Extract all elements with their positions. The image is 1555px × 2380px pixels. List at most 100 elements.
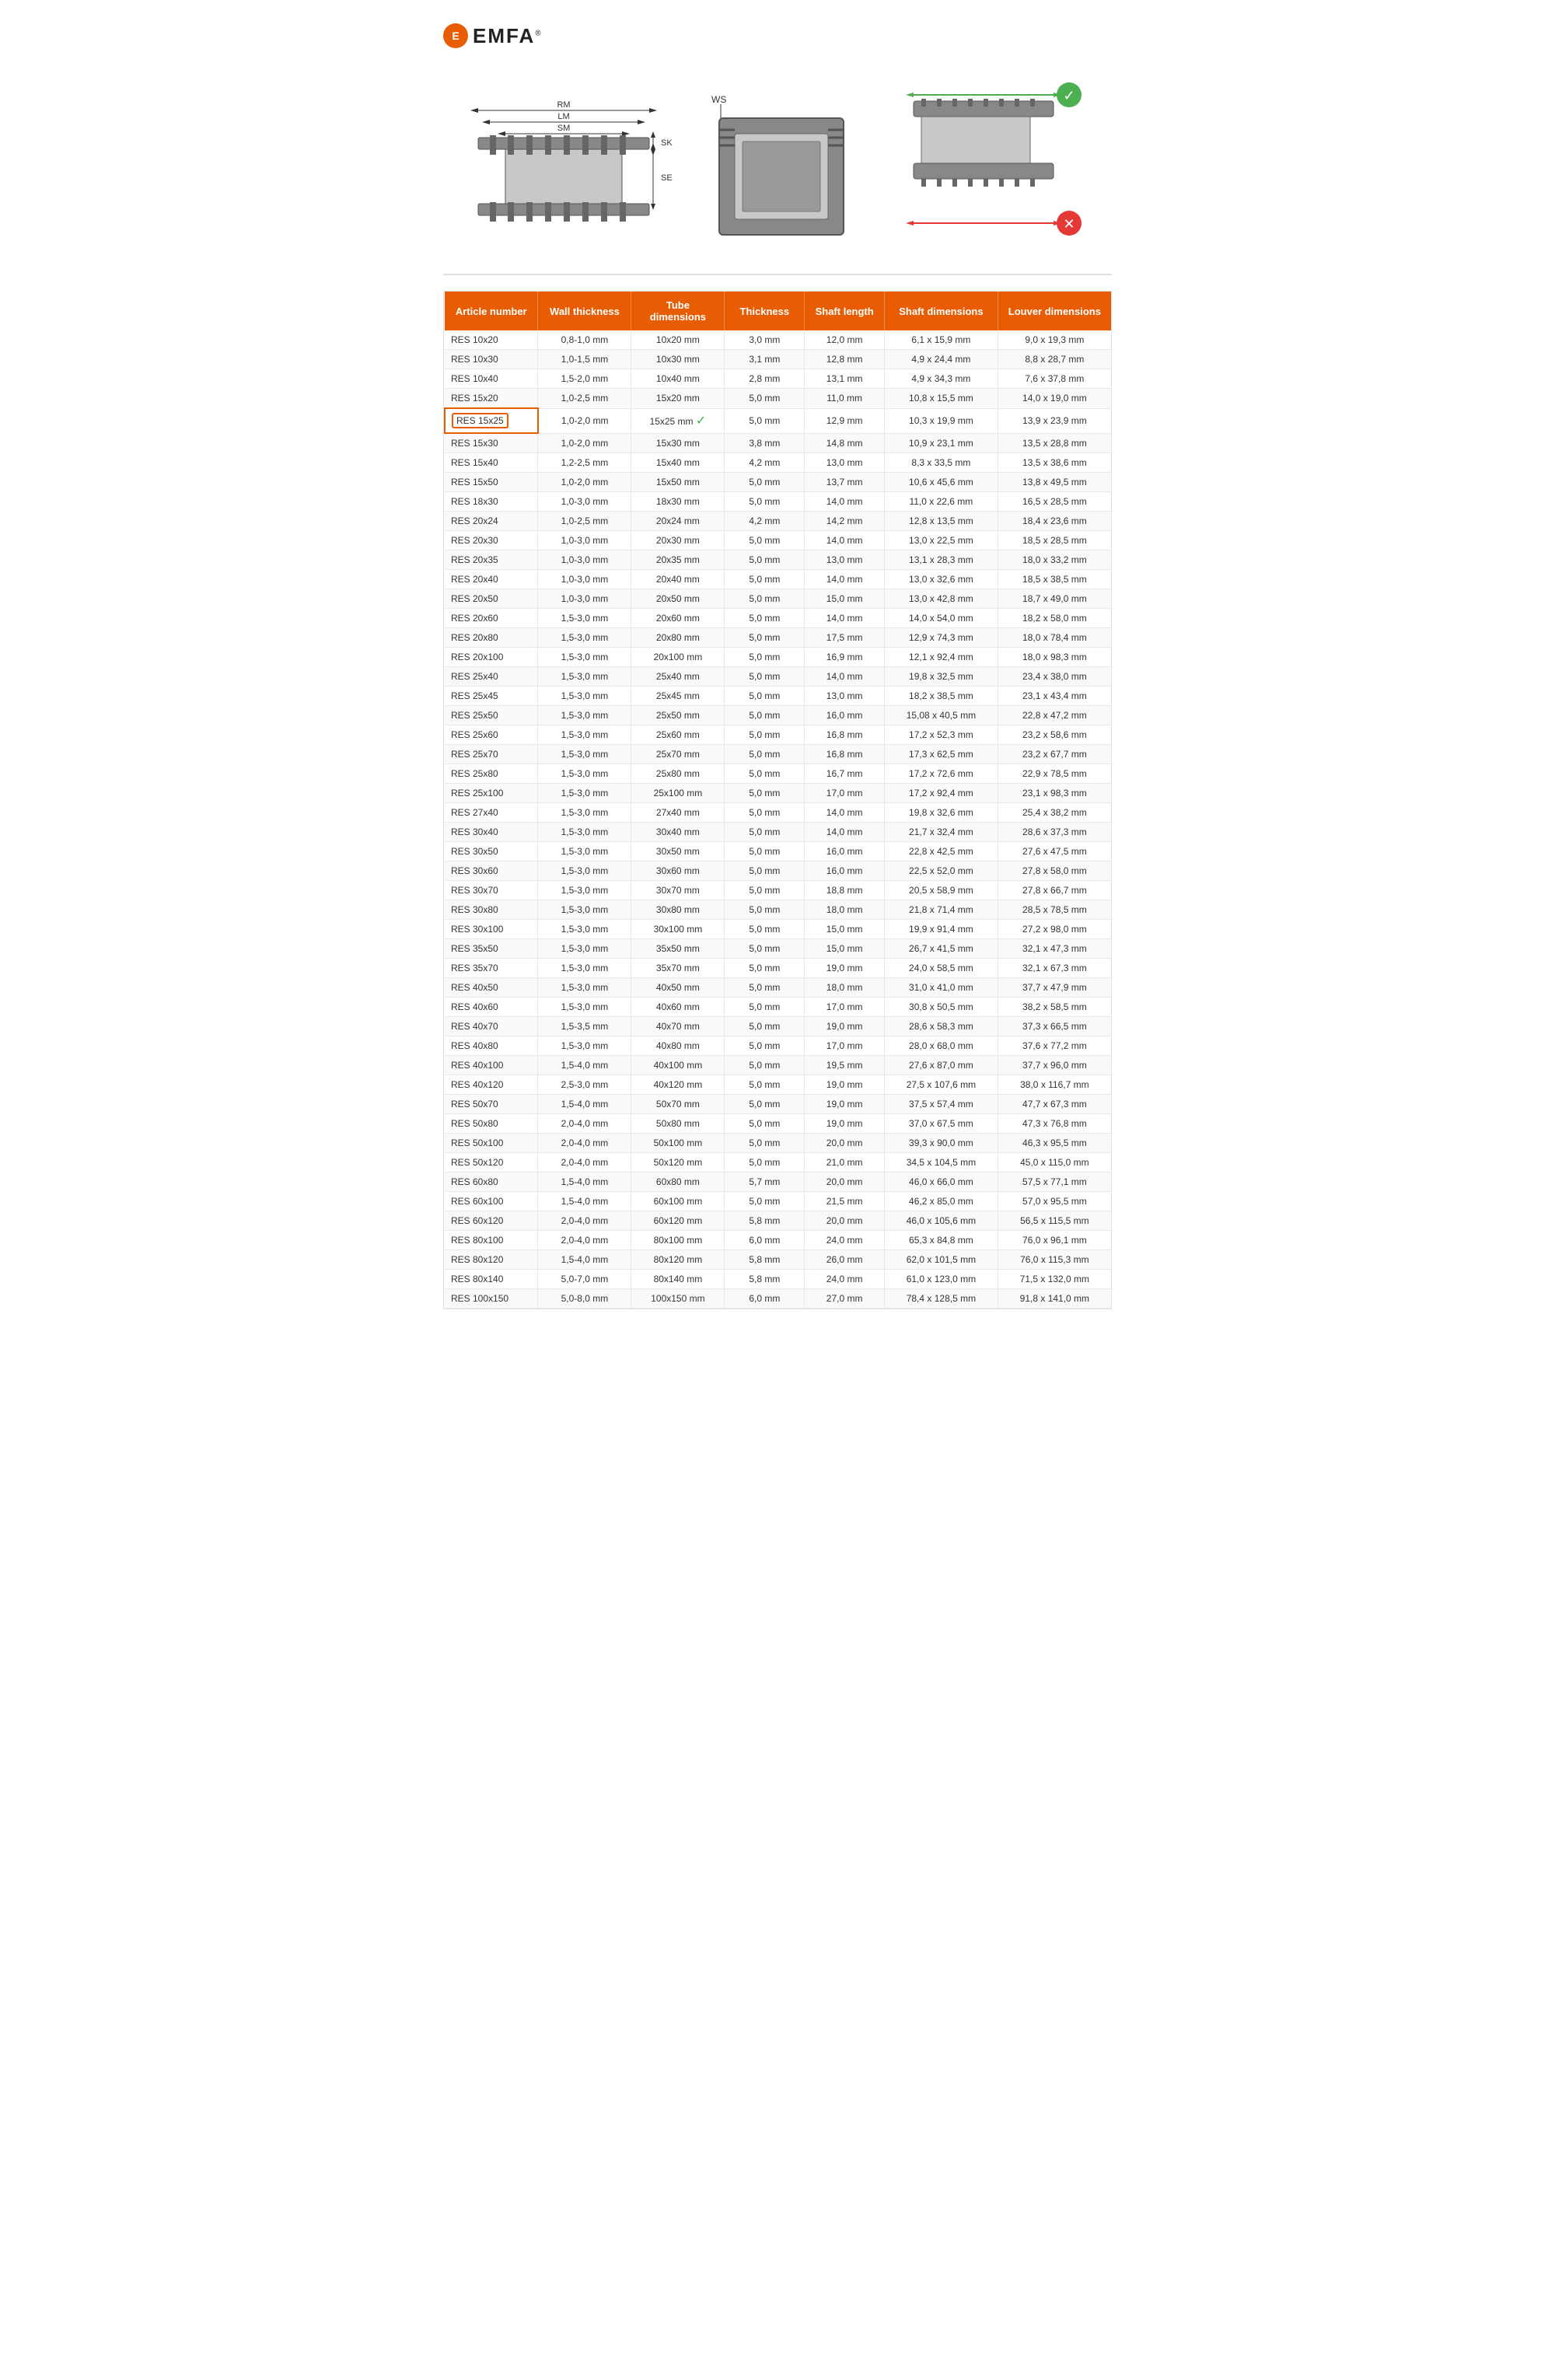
cell-thickness: 5,0 mm <box>725 1056 805 1075</box>
cell-tube-dimensions: 25x80 mm <box>631 764 725 784</box>
cell-wall-thickness: 1,5-3,0 mm <box>538 687 631 706</box>
cell-louver-dimensions: 57,5 x 77,1 mm <box>998 1173 1111 1192</box>
cell-shaft-length: 20,0 mm <box>805 1134 885 1153</box>
table-row: RES 80x1002,0-4,0 mm80x100 mm6,0 mm24,0 … <box>445 1231 1111 1250</box>
header-louver-dimensions: Louver dimensions <box>998 292 1111 330</box>
svg-text:SK: SK <box>661 138 673 148</box>
cell-shaft-length: 14,2 mm <box>805 512 885 531</box>
cell-shaft-dimensions: 39,3 x 90,0 mm <box>885 1134 998 1153</box>
table-header-row: Article number Wall thickness Tube dimen… <box>445 292 1111 330</box>
table-row: RES 15x501,0-2,0 mm15x50 mm5,0 mm13,7 mm… <box>445 473 1111 492</box>
cell-tube-dimensions: 40x120 mm <box>631 1075 725 1095</box>
cell-article-number: RES 25x100 <box>445 784 538 803</box>
table-row: RES 15x251,0-2,0 mm15x25 mm ✓5,0 mm12,9 … <box>445 408 1111 433</box>
cell-shaft-length: 16,8 mm <box>805 745 885 764</box>
table-row: RES 35x701,5-3,0 mm35x70 mm5,0 mm19,0 mm… <box>445 959 1111 978</box>
table-row: RES 40x601,5-3,0 mm40x60 mm5,0 mm17,0 mm… <box>445 998 1111 1017</box>
cell-shaft-dimensions: 21,8 x 71,4 mm <box>885 900 998 920</box>
cell-shaft-length: 14,0 mm <box>805 803 885 823</box>
cell-tube-dimensions: 30x50 mm <box>631 842 725 861</box>
svg-text:SE: SE <box>661 173 673 183</box>
cell-shaft-dimensions: 27,6 x 87,0 mm <box>885 1056 998 1075</box>
cell-shaft-dimensions: 10,6 x 45,6 mm <box>885 473 998 492</box>
cell-article-number: RES 15x20 <box>445 389 538 409</box>
header-thickness: Thickness <box>725 292 805 330</box>
cell-wall-thickness: 1,0-3,0 mm <box>538 550 631 570</box>
cell-shaft-length: 12,9 mm <box>805 408 885 433</box>
cell-article-number: RES 10x20 <box>445 330 538 350</box>
logo-text: EMFA® <box>473 24 543 48</box>
cell-louver-dimensions: 32,1 x 47,3 mm <box>998 939 1111 959</box>
cell-thickness: 5,0 mm <box>725 920 805 939</box>
cell-shaft-dimensions: 28,0 x 68,0 mm <box>885 1036 998 1056</box>
table-row: RES 80x1405,0-7,0 mm80x140 mm5,8 mm24,0 … <box>445 1270 1111 1289</box>
cell-article-number: RES 20x50 <box>445 589 538 609</box>
table-row: RES 25x451,5-3,0 mm25x45 mm5,0 mm13,0 mm… <box>445 687 1111 706</box>
cell-shaft-length: 17,5 mm <box>805 628 885 648</box>
cell-tube-dimensions: 50x70 mm <box>631 1095 725 1114</box>
cell-shaft-dimensions: 14,0 x 54,0 mm <box>885 609 998 628</box>
logo-icon: E <box>443 23 468 48</box>
cell-thickness: 2,8 mm <box>725 369 805 389</box>
cell-shaft-length: 13,0 mm <box>805 550 885 570</box>
cell-wall-thickness: 1,5-3,0 mm <box>538 920 631 939</box>
cell-article-number: RES 15x30 <box>445 433 538 453</box>
cell-shaft-dimensions: 46,0 x 105,6 mm <box>885 1211 998 1231</box>
cell-wall-thickness: 2,0-4,0 mm <box>538 1114 631 1134</box>
cell-louver-dimensions: 18,0 x 98,3 mm <box>998 648 1111 667</box>
cell-wall-thickness: 2,0-4,0 mm <box>538 1153 631 1173</box>
cell-article-number: RES 30x80 <box>445 900 538 920</box>
cell-shaft-length: 15,0 mm <box>805 939 885 959</box>
cell-louver-dimensions: 13,5 x 38,6 mm <box>998 453 1111 473</box>
cell-tube-dimensions: 40x100 mm <box>631 1056 725 1075</box>
cell-thickness: 5,0 mm <box>725 648 805 667</box>
cell-shaft-dimensions: 78,4 x 128,5 mm <box>885 1289 998 1309</box>
cell-tube-dimensions: 15x50 mm <box>631 473 725 492</box>
cell-shaft-dimensions: 17,3 x 62,5 mm <box>885 745 998 764</box>
table-row: RES 30x601,5-3,0 mm30x60 mm5,0 mm16,0 mm… <box>445 861 1111 881</box>
cell-shaft-length: 13,1 mm <box>805 369 885 389</box>
cell-article-number: RES 10x30 <box>445 350 538 369</box>
cell-thickness: 5,8 mm <box>725 1270 805 1289</box>
cell-shaft-dimensions: 19,8 x 32,5 mm <box>885 667 998 687</box>
cell-tube-dimensions: 15x40 mm <box>631 453 725 473</box>
cell-shaft-dimensions: 4,9 x 24,4 mm <box>885 350 998 369</box>
cell-thickness: 5,0 mm <box>725 998 805 1017</box>
cell-shaft-length: 19,0 mm <box>805 1095 885 1114</box>
cell-thickness: 5,0 mm <box>725 473 805 492</box>
cell-wall-thickness: 1,5-3,0 mm <box>538 978 631 998</box>
table-row: RES 20x1001,5-3,0 mm20x100 mm5,0 mm16,9 … <box>445 648 1111 667</box>
cell-louver-dimensions: 28,6 x 37,3 mm <box>998 823 1111 842</box>
cell-wall-thickness: 1,5-3,0 mm <box>538 725 631 745</box>
table-row: RES 40x801,5-3,0 mm40x80 mm5,0 mm17,0 mm… <box>445 1036 1111 1056</box>
cell-louver-dimensions: 23,4 x 38,0 mm <box>998 667 1111 687</box>
check-icon: ✓ <box>696 414 706 428</box>
cell-article-number: RES 40x70 <box>445 1017 538 1036</box>
cell-shaft-length: 21,0 mm <box>805 1153 885 1173</box>
cell-article-number: RES 40x80 <box>445 1036 538 1056</box>
cell-article-number: RES 18x30 <box>445 492 538 512</box>
cell-louver-dimensions: 91,8 x 141,0 mm <box>998 1289 1111 1309</box>
cell-article-number: RES 40x120 <box>445 1075 538 1095</box>
cell-thickness: 5,0 mm <box>725 842 805 861</box>
cell-wall-thickness: 1,5-4,0 mm <box>538 1192 631 1211</box>
cell-louver-dimensions: 28,5 x 78,5 mm <box>998 900 1111 920</box>
table-row: RES 25x401,5-3,0 mm25x40 mm5,0 mm14,0 mm… <box>445 667 1111 687</box>
cell-thickness: 5,0 mm <box>725 687 805 706</box>
cell-shaft-dimensions: 13,0 x 22,5 mm <box>885 531 998 550</box>
cell-shaft-dimensions: 17,2 x 72,6 mm <box>885 764 998 784</box>
cell-shaft-length: 18,0 mm <box>805 900 885 920</box>
cell-shaft-dimensions: 28,6 x 58,3 mm <box>885 1017 998 1036</box>
cell-thickness: 5,0 mm <box>725 550 805 570</box>
cell-shaft-dimensions: 46,2 x 85,0 mm <box>885 1192 998 1211</box>
cell-article-number: RES 50x70 <box>445 1095 538 1114</box>
cell-tube-dimensions: 25x40 mm <box>631 667 725 687</box>
cell-shaft-length: 11,0 mm <box>805 389 885 409</box>
cell-shaft-length: 16,0 mm <box>805 842 885 861</box>
cell-tube-dimensions: 20x80 mm <box>631 628 725 648</box>
cell-wall-thickness: 1,5-3,0 mm <box>538 764 631 784</box>
cell-louver-dimensions: 47,7 x 67,3 mm <box>998 1095 1111 1114</box>
cell-tube-dimensions: 60x100 mm <box>631 1192 725 1211</box>
cell-wall-thickness: 1,0-2,0 mm <box>538 433 631 453</box>
cell-tube-dimensions: 50x80 mm <box>631 1114 725 1134</box>
